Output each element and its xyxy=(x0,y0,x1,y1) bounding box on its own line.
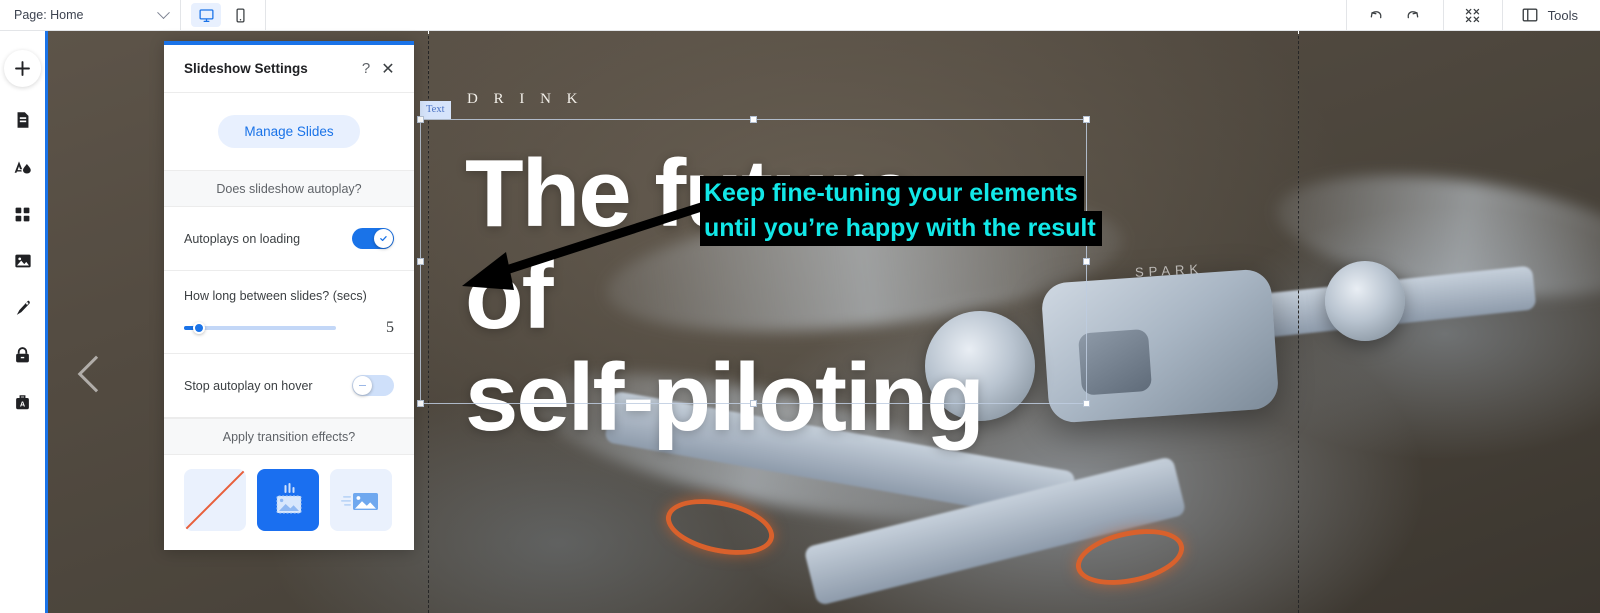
slideshow-settings-panel: Slideshow Settings ? ✕ Manage Slides Doe… xyxy=(164,41,414,550)
close-x-icon[interactable]: ✕ xyxy=(376,59,400,79)
manage-slides-container: Manage Slides xyxy=(164,93,414,170)
slide-interval-value: 5 xyxy=(386,319,394,336)
transition-option-none[interactable] xyxy=(184,469,246,531)
autoplay-toggle[interactable] xyxy=(352,228,394,249)
slide-interval-control: 5 xyxy=(184,319,394,337)
panel-title: Slideshow Settings xyxy=(184,61,308,76)
lock-padlock-icon xyxy=(16,346,29,362)
resize-handle-tr[interactable] xyxy=(1083,116,1090,123)
transition-option-fade[interactable] xyxy=(257,469,319,531)
device-mobile-button[interactable] xyxy=(225,3,255,27)
desktop-monitor-icon xyxy=(198,8,214,22)
resize-handle-bl[interactable] xyxy=(417,400,424,407)
collapse-group xyxy=(1444,0,1502,30)
stop-on-hover-toggle[interactable] xyxy=(352,375,394,396)
sidebar-item-members[interactable] xyxy=(0,340,45,370)
undo-arrow-icon xyxy=(1370,10,1382,18)
font-color-droplet-icon xyxy=(14,160,31,173)
drone-rotor xyxy=(1325,261,1405,341)
canvas-edge-marker xyxy=(45,31,48,613)
panel-layout-icon xyxy=(1522,8,1538,22)
slide-interval-block: How long between slides? (secs) 5 xyxy=(164,271,414,354)
toggle-knob xyxy=(374,229,393,248)
redo-arrow-icon xyxy=(1407,10,1419,18)
left-sidebar: A xyxy=(0,31,45,613)
stop-on-hover-label: Stop autoplay on hover xyxy=(184,378,313,393)
question-mark-icon[interactable]: ? xyxy=(356,60,376,77)
history-button-group xyxy=(1347,0,1443,30)
slide-interval-label: How long between slides? (secs) xyxy=(184,289,367,303)
fountain-pen-icon xyxy=(16,300,30,315)
page-selector-label: Page: Home xyxy=(14,8,84,22)
dash-icon xyxy=(359,384,366,387)
briefcase-a-icon: A xyxy=(16,394,29,409)
section-header-autoplay: Does slideshow autoplay? xyxy=(164,170,414,207)
section-header-transition: Apply transition effects? xyxy=(164,418,414,455)
collapse-fullscreen-icon xyxy=(1465,8,1480,22)
panel-header: Slideshow Settings ? ✕ xyxy=(164,45,414,93)
collapse-button[interactable] xyxy=(1462,4,1484,26)
device-desktop-button[interactable] xyxy=(191,3,221,27)
stop-on-hover-row: Stop autoplay on hover xyxy=(164,354,414,418)
mobile-phone-icon xyxy=(235,7,245,23)
autoplay-row: Autoplays on loading xyxy=(164,207,414,271)
resize-handle-mr[interactable] xyxy=(1083,257,1090,265)
sidebar-item-media[interactable] xyxy=(0,246,45,276)
resize-handle-bc[interactable] xyxy=(749,400,757,407)
device-switcher xyxy=(181,0,265,30)
transition-effects-list xyxy=(164,455,414,545)
eyebrow-text[interactable]: D R I N K xyxy=(467,91,584,108)
manage-slides-button[interactable]: Manage Slides xyxy=(218,115,360,148)
image-fade-icon xyxy=(276,483,302,514)
image-picture-icon xyxy=(14,254,31,268)
autoplay-label: Autoplays on loading xyxy=(184,231,301,246)
image-slide-icon xyxy=(341,493,378,510)
transition-option-slide[interactable] xyxy=(330,469,392,531)
sidebar-item-pages[interactable] xyxy=(0,105,45,135)
resize-handle-br[interactable] xyxy=(1083,400,1090,407)
chevron-down-icon xyxy=(157,5,170,19)
sidebar-item-apps[interactable] xyxy=(0,199,45,229)
grid-apps-icon xyxy=(15,207,30,221)
undo-button[interactable] xyxy=(1365,4,1387,26)
resize-handle-ml[interactable] xyxy=(417,257,424,265)
sidebar-item-blog[interactable] xyxy=(0,293,45,323)
sidebar-item-theme[interactable] xyxy=(0,152,45,182)
resize-handle-tc[interactable] xyxy=(749,116,757,123)
slide-interval-slider[interactable] xyxy=(184,322,336,334)
tools-label: Tools xyxy=(1547,7,1578,23)
element-type-badge: Text xyxy=(420,101,451,119)
sidebar-item-seo[interactable]: A xyxy=(0,387,45,417)
page-document-icon xyxy=(17,112,28,128)
svg-text:A: A xyxy=(20,399,26,408)
redo-button[interactable] xyxy=(1403,4,1425,26)
add-element-button[interactable] xyxy=(4,50,41,87)
tools-button[interactable]: Tools xyxy=(1503,0,1600,30)
plus-icon xyxy=(15,61,30,76)
diagonal-slash-icon xyxy=(184,469,246,531)
layout-guide-right xyxy=(1298,31,1299,613)
slider-thumb[interactable] xyxy=(193,322,205,334)
selected-text-element-box[interactable]: Text xyxy=(417,101,1090,407)
checkmark-icon xyxy=(380,236,387,242)
page-selector-dropdown[interactable]: Page: Home xyxy=(0,0,180,30)
top-toolbar: Page: Home Tools xyxy=(0,0,1600,31)
resize-handle-tl[interactable] xyxy=(417,116,424,123)
toggle-knob xyxy=(353,376,372,395)
